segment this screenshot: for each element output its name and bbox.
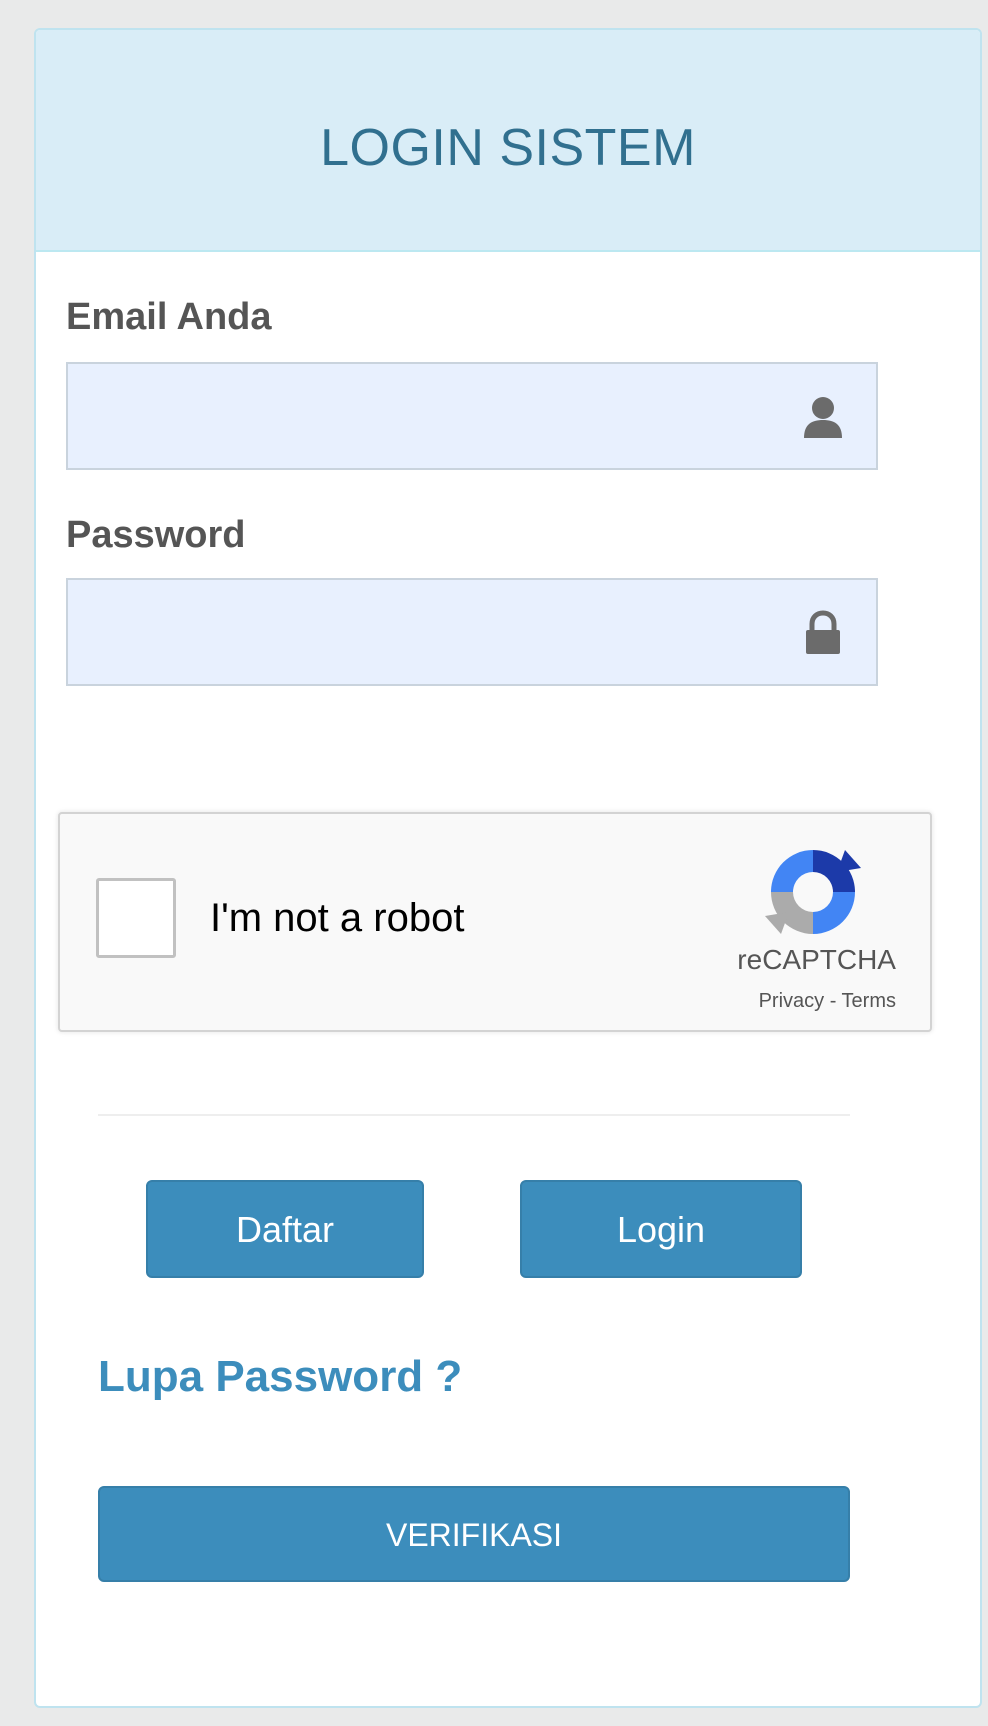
recaptcha-widget: I'm not a robot reCAPTCHA Privacy - Term… <box>58 812 932 1032</box>
daftar-button[interactable]: Daftar <box>146 1180 424 1278</box>
forgot-password-link[interactable]: Lupa Password ? <box>98 1352 462 1402</box>
recaptcha-privacy-terms[interactable]: Privacy - Terms <box>759 990 896 1013</box>
panel-heading: LOGIN SISTEM <box>36 30 980 252</box>
password-label: Password <box>66 514 246 556</box>
page-title: LOGIN SISTEM <box>320 119 696 177</box>
divider <box>98 1114 850 1116</box>
verifikasi-button[interactable]: VERIFIKASI <box>98 1486 850 1582</box>
recaptcha-brand: reCAPTCHA <box>737 944 896 975</box>
recaptcha-logo-icon <box>765 850 861 934</box>
password-input[interactable] <box>68 580 876 684</box>
email-input[interactable] <box>68 364 876 468</box>
email-field[interactable] <box>66 362 878 470</box>
recaptcha-label: I'm not a robot <box>210 896 465 940</box>
user-icon <box>804 397 842 438</box>
email-label: Email Anda <box>66 296 272 338</box>
lock-icon <box>806 610 840 654</box>
recaptcha-checkbox[interactable] <box>96 878 176 958</box>
password-field[interactable] <box>66 578 878 686</box>
login-button[interactable]: Login <box>520 1180 802 1278</box>
